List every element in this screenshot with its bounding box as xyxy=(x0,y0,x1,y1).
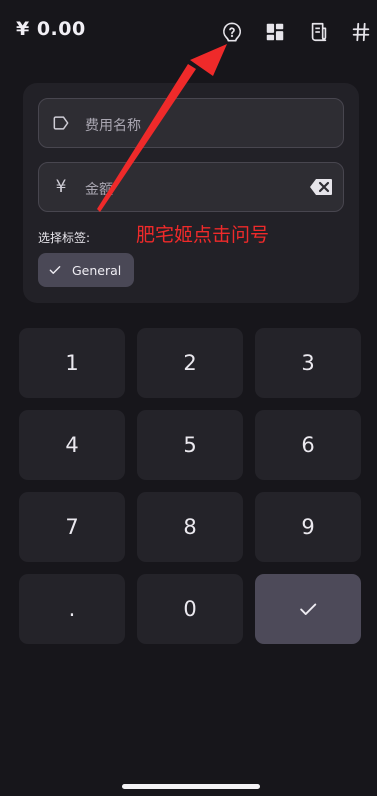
expense-name-field[interactable]: 费用名称 xyxy=(38,98,344,148)
key-8[interactable]: 8 xyxy=(137,492,243,562)
label-tag-icon xyxy=(51,113,71,133)
check-icon xyxy=(49,266,61,274)
key-9[interactable]: 9 xyxy=(255,492,361,562)
checkmark-icon xyxy=(300,603,317,615)
expense-name-placeholder: 费用名称 xyxy=(85,118,141,134)
top-bar: ¥ 0.00 xyxy=(0,0,377,64)
annotation-text: 肥宅姬点击问号 xyxy=(136,224,270,246)
key-6[interactable]: 6 xyxy=(255,410,361,480)
total-amount: ¥ 0.00 xyxy=(16,18,86,40)
amount-field[interactable]: ¥ 金额 xyxy=(38,162,344,212)
tag-chip-label: General xyxy=(72,262,122,278)
expense-form-card: 费用名称 ¥ 金额 选择标签: General xyxy=(23,83,359,303)
amount-placeholder: 金额 xyxy=(85,182,113,198)
key-0[interactable]: 0 xyxy=(137,574,243,644)
key-4[interactable]: 4 xyxy=(19,410,125,480)
key-5[interactable]: 5 xyxy=(137,410,243,480)
backspace-clear-icon[interactable] xyxy=(309,177,333,197)
tag-section-label: 选择标签: xyxy=(38,231,91,245)
dashboard-icon[interactable] xyxy=(263,20,287,44)
confirm-button[interactable] xyxy=(255,574,361,644)
key-1[interactable]: 1 xyxy=(19,328,125,398)
hash-icon[interactable] xyxy=(349,20,373,44)
home-indicator[interactable] xyxy=(122,784,260,789)
receipt-icon[interactable] xyxy=(307,20,331,44)
key-2[interactable]: 2 xyxy=(137,328,243,398)
key-3[interactable]: 3 xyxy=(255,328,361,398)
help-icon[interactable] xyxy=(220,20,244,44)
yen-icon: ¥ xyxy=(55,177,67,197)
key-7[interactable]: 7 xyxy=(19,492,125,562)
tag-chip-general[interactable]: General xyxy=(38,253,134,287)
key-decimal[interactable]: . xyxy=(19,574,125,644)
